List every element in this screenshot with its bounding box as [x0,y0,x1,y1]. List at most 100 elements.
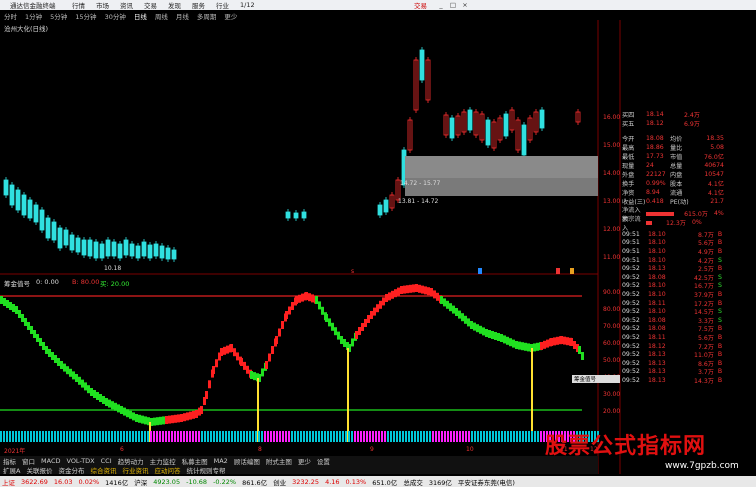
strip-bar [12,431,14,442]
extension-tab-6[interactable]: 统计规则专帮 [183,465,228,475]
tick-side: S [718,273,722,281]
indicator-bar [223,346,226,355]
indicator-bar [391,290,394,299]
indicator-tab-9[interactable]: 顾话编图 [231,456,263,466]
candle-body [27,199,33,219]
tick-price: 18.11 [648,333,666,341]
tick-price: 18.10 [648,230,666,238]
extension-tab-1[interactable]: 关联报价 [23,465,55,475]
tick-price: 18.08 [648,316,666,324]
indicator-tab-11[interactable]: 更少 [295,456,314,466]
extension-tab-5[interactable]: 应动问答 [151,465,183,475]
indicator-tab-4[interactable]: CCI [98,457,115,465]
indicator-bar [563,336,566,345]
indicator-bar [168,415,171,424]
indicator-bar [250,371,253,379]
strip-bar [429,431,431,442]
indicator-tab-3[interactable]: VOL-TDX [63,457,97,465]
indicator-bar [321,306,324,315]
strip-bar [252,431,254,442]
strip-bar [21,431,23,442]
strip-bar [57,431,59,442]
extension-tab-3[interactable]: 综合资讯 [87,465,119,475]
indicator-bar [271,346,274,354]
strip-bar [219,431,221,442]
candle-body [129,243,135,257]
strip-bar [402,431,404,442]
indicator-bar [518,341,521,350]
candle-body [63,229,69,246]
candle-body [165,247,171,260]
strip-bar [168,431,170,442]
indicator-tab-12[interactable]: 设置 [314,456,333,466]
strip-bar [444,431,446,442]
indicator-bar [409,284,412,293]
indicator-bar [343,339,346,347]
indicator-bar [27,322,30,330]
tick-time: 09:52 [622,333,640,341]
strip-bar [498,431,500,442]
tick-row: 09:52 18.13 2.5万 B [622,264,756,273]
tick-row: 09:52 18.11 17.2万 B [622,299,756,308]
stat-value-2: 5.08 [710,144,724,151]
strip-bar [207,431,209,442]
stat-label: 换手 [622,181,635,188]
signal-strip [0,431,599,442]
stat-label-2: 内盘 [670,172,683,179]
indicator-tab-8[interactable]: MA2 [211,457,231,465]
indicator-bar [491,331,494,339]
strip-bar [69,431,71,442]
strip-bar [417,431,419,442]
indicator-bar [78,376,81,385]
indicator-bar [54,355,57,363]
indicator-bar [99,394,102,402]
indicator-bar [500,334,503,342]
extension-tabs: 扩展A 关联报价 资金分布 综合资讯 行业资讯 应动问答 统计规则专帮 [0,465,598,475]
indicator-bar [340,336,343,344]
indicator-bar [566,337,569,346]
tick-side: B [717,290,723,298]
extension-tab-2[interactable]: 资金分布 [55,465,87,475]
strip-bar [66,431,68,442]
candle-body [141,241,147,257]
indicator-tab-2[interactable]: MACD [38,457,63,465]
candle-body [159,245,165,259]
strip-bar [540,431,542,442]
indicator-popup-label: 筹金值号 [574,375,597,383]
strip-bar [480,431,482,442]
strip-bar [501,431,503,442]
strip-bar [282,431,284,442]
book-volume: 2.4万 [683,112,700,119]
strip-bar [147,431,149,442]
strip-bar [369,431,371,442]
flow-value: 12.3万 [666,220,686,227]
stat-value: 18.08 [646,135,664,142]
hs-value: 4923.05 [153,477,181,486]
indicator-bar [578,346,581,354]
tick-time: 09:51 [622,230,640,238]
indicator-tab-10[interactable]: 附式主图 [263,456,295,466]
flow-label: 大宗流入 [622,215,641,232]
candle-body [293,212,299,219]
indicator-bar [144,416,147,425]
candle-body [15,189,21,211]
total-label: 总成交 [403,478,423,487]
strip-bar [279,431,281,442]
strip-bar [48,431,50,442]
strip-bar [414,431,416,442]
candle-body [81,239,87,256]
extension-tab-0[interactable]: 扩展A [0,465,23,475]
indicator-bar [424,286,427,295]
date-mark: 8 [258,446,262,453]
indicator-bar [226,345,229,354]
strip-bar [288,431,290,442]
tick-time: 09:52 [622,282,640,290]
strip-bar [189,431,191,442]
indicator-bar [200,406,203,414]
stat-value-2: 40674 [704,162,724,169]
extension-tab-4[interactable]: 行业资讯 [119,465,151,475]
strip-bar [507,431,509,442]
stat-row: 外盘 22127 内盘 10547 [622,170,756,179]
strip-bar [315,431,317,442]
indicator-tick: 80.00 [603,306,620,313]
